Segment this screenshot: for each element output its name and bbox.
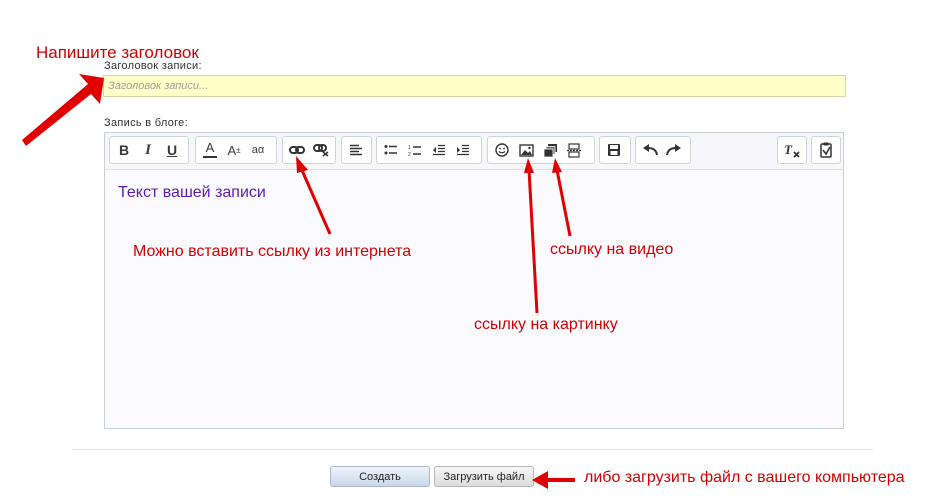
image-icon[interactable]	[514, 139, 538, 161]
video-hint-annotation: ссылку на видео	[550, 241, 674, 258]
toolbar-group-links	[282, 136, 336, 164]
toolbar-group-font: A A ± aα	[195, 136, 277, 164]
font-size-letter: A	[227, 142, 237, 158]
svg-text:T: T	[784, 143, 793, 157]
clear-formatting-icon[interactable]: T	[780, 139, 804, 161]
svg-text:2: 2	[408, 152, 411, 157]
paste-word-icon[interactable]	[814, 139, 838, 161]
unlink-icon[interactable]	[309, 139, 333, 161]
toolbar-group-insert	[487, 136, 595, 164]
redo-icon[interactable]	[662, 139, 686, 161]
link-icon[interactable]	[285, 139, 309, 161]
text-case-icon[interactable]: aα	[246, 139, 270, 161]
save-icon[interactable]	[602, 139, 626, 161]
underline-icon[interactable]: U	[160, 139, 184, 161]
form-divider	[73, 449, 873, 450]
toolbar-group-align	[341, 136, 372, 164]
title-input[interactable]	[103, 75, 846, 97]
toolbar-group-paste	[811, 136, 841, 164]
upload-file-button[interactable]: Загрузить файл	[434, 466, 534, 487]
font-size-sup: ±	[236, 145, 241, 155]
text-color-icon[interactable]: A	[198, 139, 222, 161]
editor-toolbar: B I U A A ± aα 12 T	[105, 133, 842, 170]
outdent-icon[interactable]	[427, 139, 451, 161]
create-button[interactable]: Создать	[330, 466, 430, 487]
bold-icon[interactable]: B	[112, 139, 136, 161]
numbered-list-icon[interactable]: 12	[403, 139, 427, 161]
page-break-icon[interactable]	[562, 139, 586, 161]
toolbar-group-history	[635, 136, 691, 164]
indent-icon[interactable]	[451, 139, 475, 161]
smiley-icon[interactable]	[490, 139, 514, 161]
italic-icon[interactable]: I	[136, 139, 160, 161]
upload-arrow-icon	[532, 471, 575, 489]
font-size-icon[interactable]: A ±	[222, 139, 246, 161]
rich-text-editor[interactable]	[104, 132, 844, 429]
video-icon[interactable]	[538, 139, 562, 161]
toolbar-group-clear: T	[777, 136, 807, 164]
body-label: Запись в блоге:	[104, 117, 188, 129]
upload-hint-annotation: либо загрузить файл с вашего компьютера	[584, 469, 905, 486]
svg-text:1: 1	[408, 145, 411, 151]
bulleted-list-icon[interactable]	[379, 139, 403, 161]
align-left-icon[interactable]	[344, 139, 368, 161]
title-label: Заголовок записи:	[104, 60, 202, 72]
link-hint-annotation: Можно вставить ссылку из интернета	[133, 243, 412, 260]
toolbar-group-save	[599, 136, 631, 164]
text-case-letters: aα	[251, 144, 265, 156]
toolbar-group-lists: 12	[376, 136, 482, 164]
image-hint-annotation: ссылку на картинку	[474, 316, 618, 333]
undo-icon[interactable]	[638, 139, 662, 161]
title-arrow-icon	[22, 74, 104, 146]
text-color-letter: A	[205, 140, 215, 155]
editor-body-text: Текст вашей записи	[118, 184, 266, 201]
toolbar-group-basic: B I U	[109, 136, 189, 164]
text-color-bar	[203, 156, 217, 158]
